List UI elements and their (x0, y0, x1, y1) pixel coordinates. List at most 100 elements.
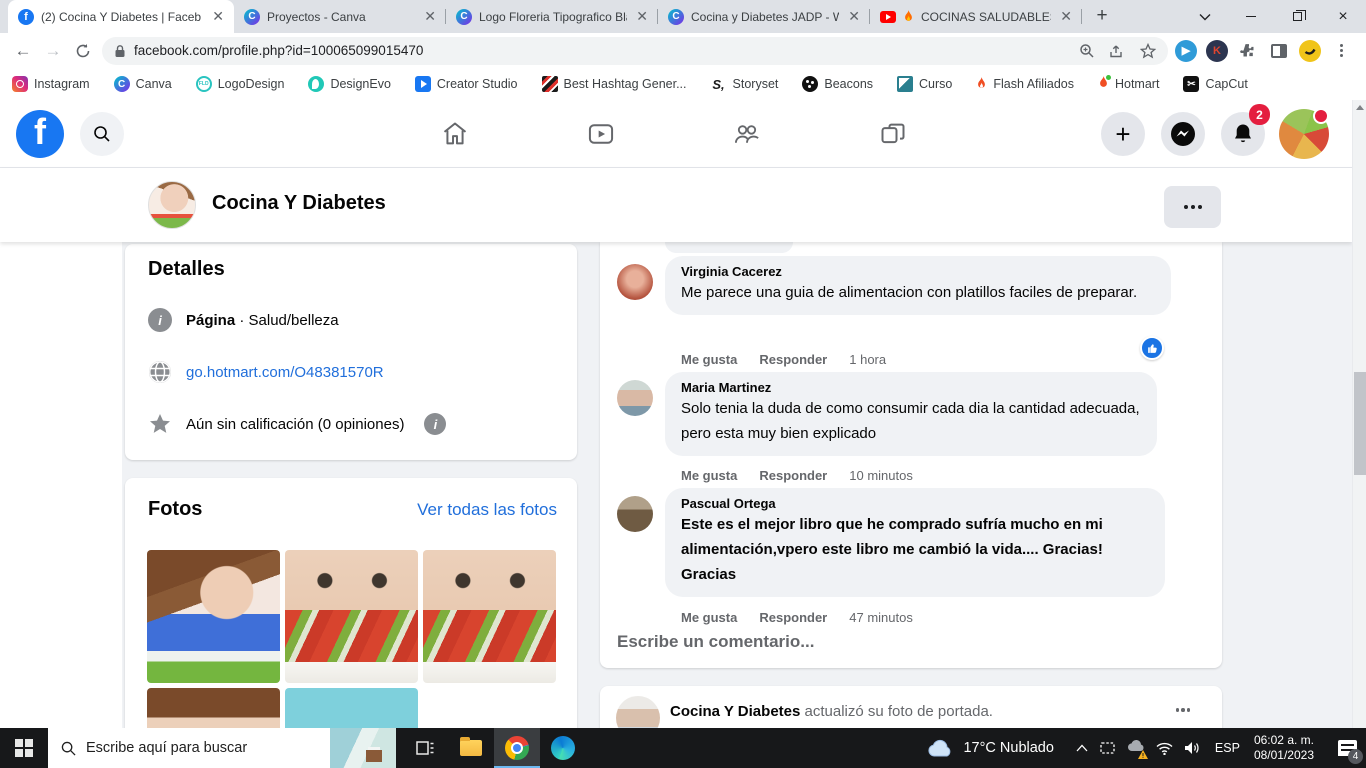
tab-canva-proyectos[interactable]: C Proyectos - Canva ✕ (234, 0, 446, 33)
task-view-button[interactable] (402, 728, 448, 768)
like-link[interactable]: Me gusta (681, 468, 737, 483)
forward-button[interactable]: → (38, 36, 68, 66)
bookmark-curso[interactable]: Curso (897, 76, 952, 92)
scrollbar-thumb[interactable] (1354, 372, 1366, 475)
commenter-avatar[interactable] (617, 496, 653, 532)
close-window-button[interactable]: × (1320, 0, 1366, 33)
address-bar[interactable]: facebook.com/profile.php?id=100065099015… (102, 37, 1168, 65)
side-panel-icon[interactable] (1266, 38, 1292, 64)
reply-link[interactable]: Responder (759, 468, 827, 483)
website-link[interactable]: go.hotmart.com/O48381570R (186, 364, 384, 381)
bookmark-capcut[interactable]: ✂CapCut (1183, 76, 1247, 92)
bookmark-flash-afiliados[interactable]: Flash Afiliados (976, 77, 1074, 91)
facebook-logo[interactable]: f (16, 110, 64, 158)
page-scrollbar[interactable] (1352, 100, 1366, 728)
browser-menu-icon[interactable] (1328, 38, 1354, 64)
file-explorer-button[interactable] (448, 728, 494, 768)
bookmark-best-hashtag[interactable]: Best Hashtag Gener... (542, 76, 687, 92)
bookmark-designevo[interactable]: DesignEvo (308, 76, 390, 92)
commenter-avatar[interactable] (617, 264, 653, 300)
tab-facebook[interactable]: f (2) Cocina Y Diabetes | Faceb ✕ (8, 0, 234, 33)
post-author-avatar[interactable] (616, 696, 660, 728)
tab-close-icon[interactable]: ✕ (634, 8, 650, 25)
photo-thumbnail[interactable] (147, 688, 280, 728)
facebook-search-button[interactable] (80, 112, 124, 156)
onedrive-warning-icon[interactable] (1127, 739, 1145, 757)
messenger-button[interactable] (1161, 112, 1205, 156)
tab-close-icon[interactable]: ✕ (846, 8, 862, 25)
tray-expand-chevron-icon[interactable] (1076, 744, 1088, 752)
share-icon[interactable] (1109, 43, 1126, 59)
like-link[interactable]: Me gusta (681, 352, 737, 367)
action-center-button[interactable]: 4 (1330, 728, 1364, 768)
cast-screen-icon[interactable] (1099, 741, 1116, 755)
tab-close-icon[interactable]: ✕ (210, 8, 226, 25)
wifi-icon[interactable] (1156, 742, 1173, 755)
create-button[interactable]: + (1101, 112, 1145, 156)
bookmark-beacons[interactable]: Beacons (802, 76, 873, 92)
commenter-avatar[interactable] (617, 380, 653, 416)
comment-timestamp[interactable]: 47 minutos (849, 610, 913, 625)
comment-timestamp[interactable]: 1 hora (849, 352, 886, 367)
extension-keepa-icon[interactable]: K (1204, 38, 1230, 64)
photo-thumbnail[interactable] (423, 550, 556, 683)
commenter-name[interactable]: Pascual Ortega (681, 496, 1149, 511)
post-author-name[interactable]: Cocina Y Diabetes (670, 703, 800, 720)
taskbar-clock[interactable]: 06:02 a. m. 08/01/2023 (1254, 733, 1314, 763)
browser-tab-strip: f (2) Cocina Y Diabetes | Faceb ✕ C Proy… (0, 0, 1366, 33)
bookmark-logodesign[interactable]: FLDLogoDesign (196, 76, 285, 92)
zoom-page-icon[interactable] (1079, 43, 1095, 59)
back-button[interactable]: ← (8, 36, 38, 66)
comment-composer[interactable]: Escribe un comentario... (617, 632, 814, 652)
photo-thumbnail[interactable] (285, 688, 418, 728)
bookmark-star-icon[interactable] (1140, 43, 1156, 59)
see-all-photos-link[interactable]: Ver todas las fotos (417, 500, 557, 520)
volume-icon[interactable] (1184, 741, 1201, 755)
tab-close-icon[interactable]: ✕ (1058, 8, 1074, 25)
restore-button[interactable] (1274, 0, 1320, 33)
weather-widget[interactable]: 17°C Nublado (927, 739, 1053, 757)
extensions-puzzle-icon[interactable] (1235, 38, 1261, 64)
search-highlight-image[interactable] (330, 728, 396, 768)
bookmark-hotmart[interactable]: Hotmart (1098, 76, 1159, 93)
taskbar-search-input[interactable] (86, 740, 301, 756)
photo-thumbnail[interactable] (147, 550, 280, 683)
edge-taskbar-button[interactable] (540, 728, 586, 768)
new-tab-button[interactable]: + (1088, 2, 1116, 30)
reload-button[interactable] (68, 36, 98, 66)
bookmark-instagram[interactable]: Instagram (12, 76, 90, 92)
extension-video-icon[interactable]: ▶ (1173, 38, 1199, 64)
comment-timestamp[interactable]: 10 minutos (849, 468, 913, 483)
nav-watch-button[interactable] (577, 112, 625, 156)
youtube-favicon-icon (880, 11, 896, 23)
photo-thumbnail[interactable] (285, 550, 418, 683)
minimize-button[interactable] (1228, 0, 1274, 33)
extension-yellow-bird-icon[interactable] (1297, 38, 1323, 64)
nav-groups-button[interactable] (723, 112, 771, 156)
reply-link[interactable]: Responder (759, 352, 827, 367)
page-avatar[interactable] (148, 181, 196, 229)
tab-canva-jadp[interactable]: C Cocina y Diabetes JADP - We ✕ (658, 0, 870, 33)
nav-home-button[interactable] (431, 112, 479, 156)
bookmark-storyset[interactable]: S,Storyset (711, 76, 779, 92)
like-reaction-icon[interactable] (1140, 336, 1164, 360)
rating-info-icon[interactable]: i (424, 413, 446, 435)
taskbar-search[interactable] (48, 728, 396, 768)
post-more-icon[interactable] (1176, 708, 1191, 712)
like-link[interactable]: Me gusta (681, 610, 737, 625)
page-more-button[interactable] (1164, 186, 1221, 228)
tab-youtube-cocinas[interactable]: COCINAS SALUDABLES pa ✕ (870, 0, 1082, 33)
language-indicator[interactable]: ESP (1215, 741, 1240, 755)
commenter-name[interactable]: Virginia Cacerez (681, 264, 1155, 279)
tab-search-chevron-icon[interactable] (1182, 0, 1228, 33)
tab-canva-logo-floreria[interactable]: C Logo Floreria Tipografico Bla ✕ (446, 0, 658, 33)
chrome-taskbar-button[interactable] (494, 728, 540, 768)
commenter-name[interactable]: Maria Martinez (681, 380, 1141, 395)
start-button[interactable] (0, 728, 48, 768)
nav-gaming-button[interactable] (869, 112, 917, 156)
bookmark-canva[interactable]: CCanva (114, 76, 172, 92)
reply-link[interactable]: Responder (759, 610, 827, 625)
tab-close-icon[interactable]: ✕ (422, 8, 438, 25)
scrollbar-up-arrow[interactable] (1353, 100, 1366, 114)
bookmark-creator-studio[interactable]: Creator Studio (415, 76, 518, 92)
